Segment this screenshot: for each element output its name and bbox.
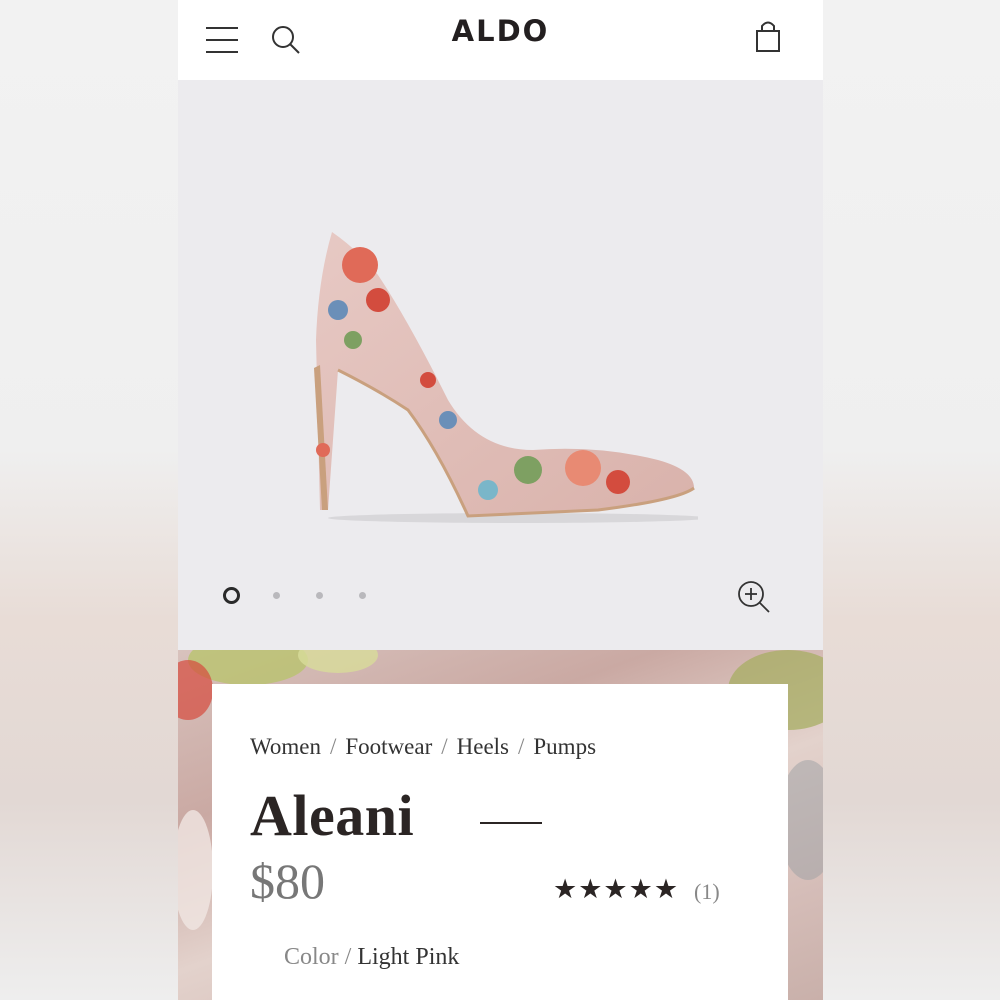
product-image-floral-pump xyxy=(314,232,698,523)
breadcrumb-separator: / xyxy=(441,734,448,759)
background-blur-right xyxy=(823,0,1000,1000)
gallery-dot-3[interactable] xyxy=(316,592,323,599)
breadcrumb: Women / Footwear / Heels / Pumps xyxy=(250,734,596,760)
color-separator: / xyxy=(344,944,352,970)
review-count[interactable]: (1) xyxy=(694,879,720,905)
mobile-page: ALDO Women / Footwear / Heels / Pumps Al… xyxy=(178,0,823,1000)
breadcrumb-separator: / xyxy=(329,734,337,759)
gallery-dot-2[interactable] xyxy=(273,592,280,599)
breadcrumb-separator: / xyxy=(518,734,525,759)
breadcrumb-women[interactable]: Women xyxy=(250,734,321,759)
breadcrumb-footwear[interactable]: Footwear xyxy=(345,734,432,759)
rating-stars[interactable]: ★★★★★ xyxy=(553,874,679,905)
title-dash xyxy=(480,822,542,824)
color-selector-label: Color / Light Pink xyxy=(284,944,459,971)
zoom-in-icon[interactable] xyxy=(736,579,772,615)
gallery-dot-4[interactable] xyxy=(359,592,366,599)
product-image-gallery[interactable] xyxy=(178,80,823,650)
aldo-logo[interactable]: ALDO xyxy=(178,14,823,48)
color-value: Light Pink xyxy=(357,944,460,970)
gallery-dot-1[interactable] xyxy=(223,587,240,604)
breadcrumb-heels[interactable]: Heels xyxy=(457,734,509,759)
site-header: ALDO xyxy=(178,0,823,80)
product-title: Aleani xyxy=(250,783,415,848)
shopping-bag-icon[interactable] xyxy=(754,18,782,54)
color-label: Color xyxy=(284,944,339,970)
breadcrumb-pumps[interactable]: Pumps xyxy=(533,734,596,759)
background-blur-left xyxy=(0,0,178,1000)
product-price: $80 xyxy=(250,853,325,909)
